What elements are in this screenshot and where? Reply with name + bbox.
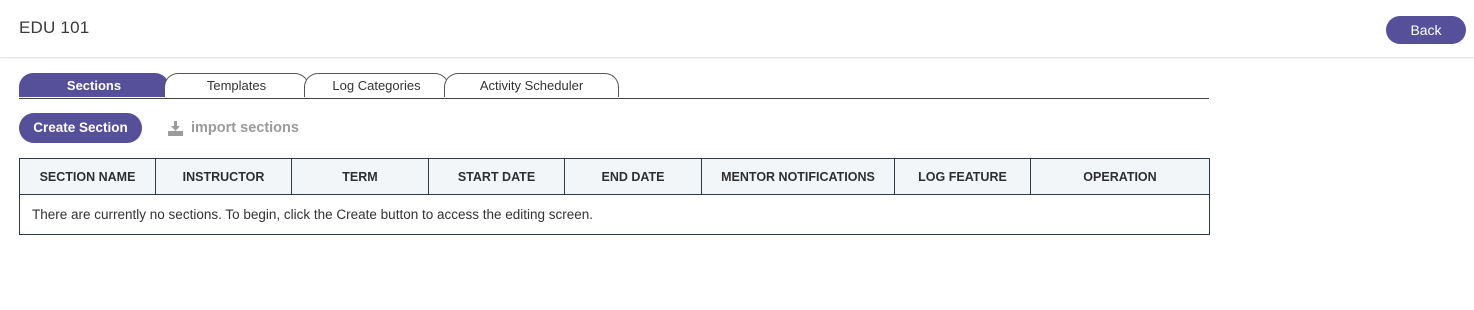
column-header-section-name: SECTION NAME (19, 158, 156, 195)
column-header-mentor-notifications: MENTOR NOTIFICATIONS (701, 158, 895, 195)
column-header-operation: OPERATION (1030, 158, 1210, 195)
tab-sections[interactable]: Sections (19, 73, 169, 97)
column-header-instructor: INSTRUCTOR (155, 158, 292, 195)
column-header-log-feature: LOG FEATURE (894, 158, 1031, 195)
empty-state-message: There are currently no sections. To begi… (19, 194, 1210, 235)
download-icon (168, 120, 183, 136)
table-header-row: SECTION NAME INSTRUCTOR TERM START DATE … (19, 158, 1210, 195)
import-sections-label: import sections (191, 120, 299, 136)
tab-log-categories[interactable]: Log Categories (304, 73, 449, 97)
table-row: There are currently no sections. To begi… (19, 194, 1210, 235)
import-sections-link[interactable]: import sections (168, 118, 299, 138)
column-header-start-date: START DATE (428, 158, 565, 195)
tab-templates[interactable]: Templates (164, 73, 309, 97)
column-header-end-date: END DATE (564, 158, 702, 195)
sections-table: SECTION NAME INSTRUCTOR TERM START DATE … (19, 158, 1210, 235)
column-header-term: TERM (291, 158, 429, 195)
tab-bar: Sections Templates Log Categories Activi… (19, 73, 1209, 99)
tab-activity-scheduler[interactable]: Activity Scheduler (444, 73, 619, 97)
app-header: EDU 101 Back (0, 0, 1474, 58)
page-title: EDU 101 (19, 18, 90, 37)
create-section-button[interactable]: Create Section (19, 113, 142, 143)
back-button[interactable]: Back (1386, 16, 1466, 44)
